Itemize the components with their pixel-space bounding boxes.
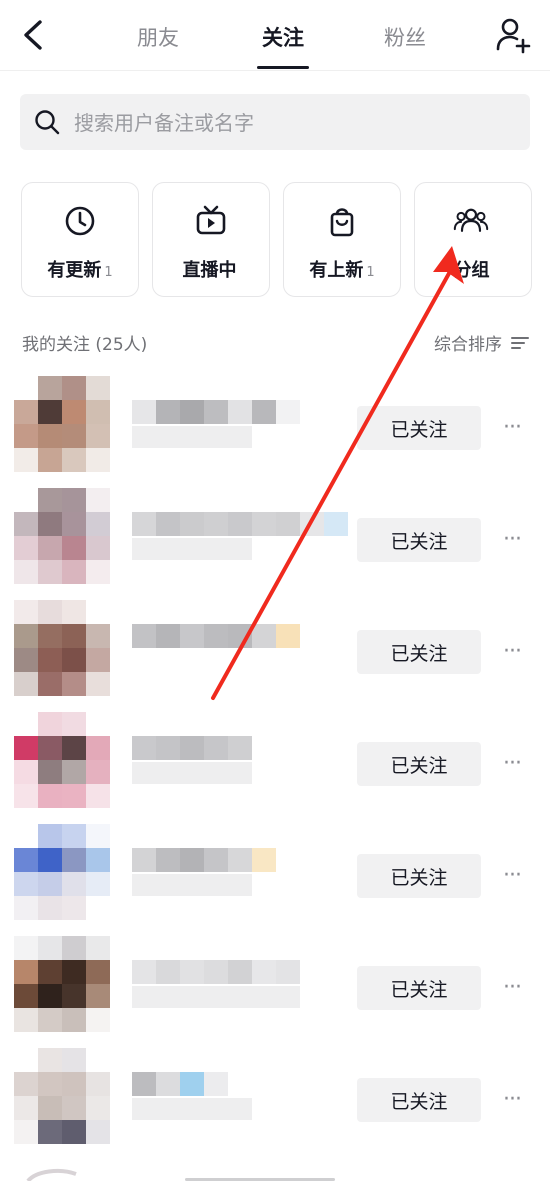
user-name-blurred[interactable] [132,624,300,648]
card-new-products[interactable]: 有上新 1 [283,182,401,297]
avatar[interactable] [14,600,110,696]
tab-active-indicator [257,66,309,69]
top-nav: 朋友 关注 粉丝 [0,0,550,71]
chevron-left-icon[interactable] [18,17,50,53]
following-button[interactable]: 已关注 [357,406,481,450]
next-row-peek [0,1166,550,1183]
list-item[interactable]: 已关注 ··· [0,1044,550,1156]
search-icon [35,110,60,135]
user-name-blurred[interactable] [132,848,276,872]
following-button[interactable]: 已关注 [357,1078,481,1122]
shopping-bag-icon [330,208,354,237]
card-badge-updates: 1 [104,265,113,280]
following-button[interactable]: 已关注 [357,630,481,674]
list-item[interactable]: 已关注 ··· [0,932,550,1044]
user-name-blurred[interactable] [132,960,300,984]
following-button[interactable]: 已关注 [357,742,481,786]
more-options-icon[interactable]: ··· [503,1089,522,1111]
search-bar[interactable] [20,94,530,152]
following-button[interactable]: 已关注 [357,854,481,898]
user-subtitle-blurred [132,538,252,560]
card-label-live: 直播中 [182,260,237,281]
more-options-icon[interactable]: ··· [503,865,522,887]
search-input[interactable] [72,94,516,152]
more-options-icon[interactable]: ··· [503,417,522,439]
avatar[interactable] [14,1048,110,1144]
tab-friends[interactable]: 朋友 [137,22,179,52]
avatar[interactable] [14,824,110,920]
user-name-blurred[interactable] [132,1072,228,1096]
avatar[interactable] [14,712,110,808]
card-updates[interactable]: 有更新 1 [21,182,139,297]
user-subtitle-blurred [132,426,252,448]
more-options-icon[interactable]: ··· [503,641,522,663]
following-button[interactable]: 已关注 [357,518,481,562]
card-label-updates: 有更新 [47,260,102,281]
more-options-icon[interactable]: ··· [503,529,522,551]
sort-button[interactable]: 综合排序 [434,330,530,355]
avatar[interactable] [14,376,110,472]
following-count-title: 我的关注 (25人) [22,335,148,355]
more-options-icon[interactable]: ··· [503,753,522,775]
list-item[interactable]: 已关注 ··· [0,484,550,596]
avatar[interactable] [14,936,110,1032]
user-subtitle-blurred [132,986,300,1008]
avatar[interactable] [14,488,110,584]
user-subtitle-blurred [132,874,252,896]
list-item[interactable]: 已关注 ··· [0,708,550,820]
add-user-icon[interactable] [494,16,532,54]
user-name-blurred[interactable] [132,512,348,536]
tab-following[interactable]: 关注 [262,22,304,52]
more-options-icon[interactable]: ··· [503,977,522,999]
card-badge-new-products: 1 [366,265,375,280]
sort-label: 综合排序 [434,335,502,355]
tv-icon [196,205,226,235]
list-item[interactable]: 已关注 ··· [0,820,550,932]
user-name-blurred[interactable] [132,736,252,760]
list-item[interactable]: 已关注 ··· [0,372,550,484]
group-icon [453,208,489,232]
following-button[interactable]: 已关注 [357,966,481,1010]
user-name-blurred[interactable] [132,400,300,424]
list-item[interactable]: 已关注 ··· [0,596,550,708]
card-groups[interactable]: 分组 [414,182,532,297]
user-subtitle-blurred [132,762,252,784]
clock-icon [65,206,95,236]
card-label-new-products: 有上新 [309,260,364,281]
sort-icon [511,336,529,349]
user-subtitle-blurred [132,1098,252,1120]
tab-fans[interactable]: 粉丝 [384,22,426,52]
card-label-groups: 分组 [453,260,490,281]
card-live[interactable]: 直播中 [152,182,270,297]
